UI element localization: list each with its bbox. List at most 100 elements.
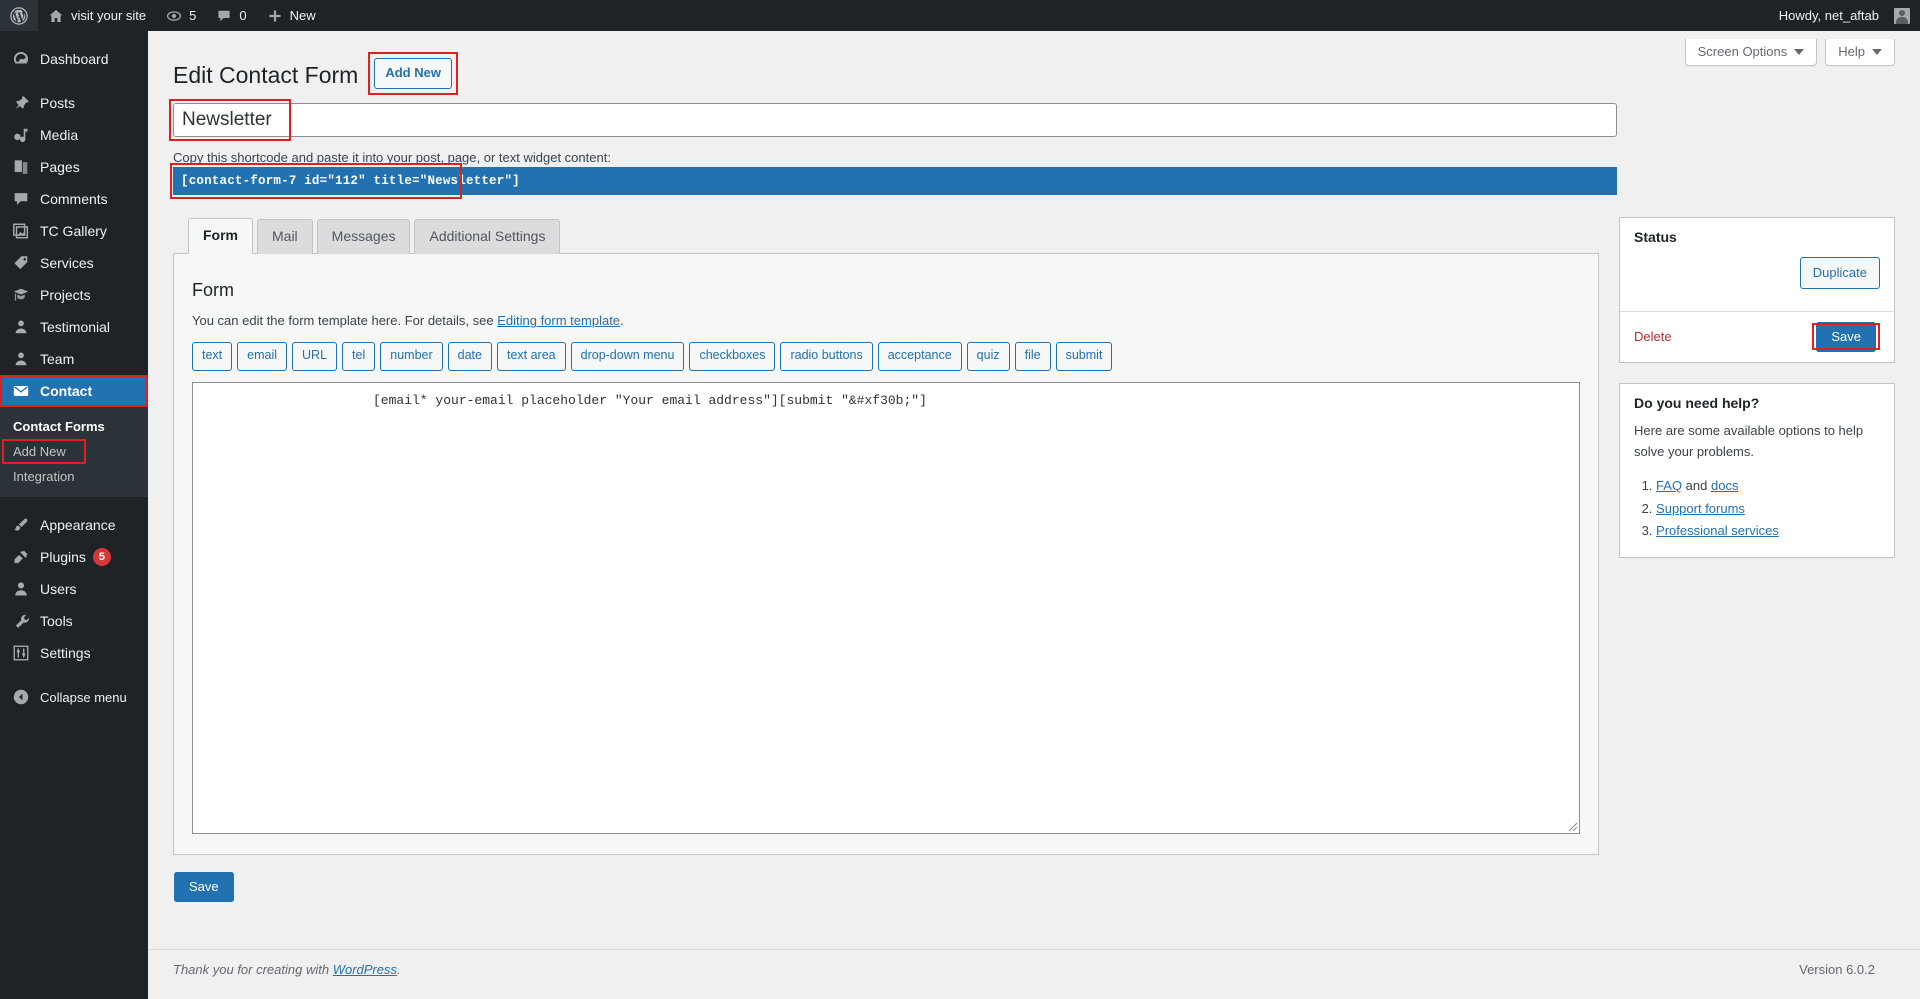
screen-options-toggle[interactable]: Screen Options [1684,39,1818,66]
delete-link[interactable]: Delete [1634,329,1672,344]
sliders-icon [9,643,33,663]
comments-button[interactable]: 0 [206,0,256,31]
save-button-bottom[interactable]: Save [174,871,234,902]
sidebar-item-tc-gallery[interactable]: TC Gallery [0,215,148,247]
screen-options-label: Screen Options [1697,44,1788,59]
publishing-actions: Delete Save [1620,310,1894,363]
cf7-tab-list: Form Mail Messages Additional Settings [173,217,1599,255]
tab-messages[interactable]: Messages [316,218,411,255]
wordpress-logo-icon [10,6,28,25]
visit-site-label: visit your site [71,8,147,23]
footer-thanks: Thank you for creating with WordPress. [173,962,401,977]
collapse-menu-button[interactable]: Collapse menu [0,681,148,713]
tag-button-quiz[interactable]: quiz [966,342,1010,371]
sidebar-item-projects[interactable]: Projects [0,279,148,311]
status-box-title: Status [1634,228,1677,245]
sidebar-item-services[interactable]: Services [0,247,148,279]
sidebar-label: Services [40,255,94,271]
sidebar-item-testimonial[interactable]: Testimonial [0,311,148,343]
tag-button-number[interactable]: number [380,342,443,371]
sidebar-item-posts[interactable]: Posts [0,87,148,119]
tab-mail[interactable]: Mail [257,218,313,255]
graduation-cap-icon [9,285,33,305]
tab-form[interactable]: Form [188,217,253,255]
shortcode-input[interactable]: [contact-form-7 id="112" title="Newslett… [173,166,1617,195]
tag-button-date[interactable]: date [447,342,492,371]
form-template-textarea[interactable]: [email* your-email placeholder "Your ema… [192,381,1581,834]
tag-button-file[interactable]: file [1014,342,1051,371]
tag-button-acceptance[interactable]: acceptance [877,342,962,371]
sidebar-item-comments[interactable]: Comments [0,183,148,215]
my-account-menu[interactable]: Howdy, net_aftab [1769,0,1920,31]
menu-separator [0,31,148,43]
visit-site-button[interactable]: visit your site [38,0,156,31]
tag-button-tel[interactable]: tel [342,342,376,371]
tag-icon [9,253,33,273]
tag-button-url[interactable]: URL [292,342,338,371]
sidebar-item-pages[interactable]: Pages [0,151,148,183]
sidebar-item-plugins[interactable]: Plugins 5 [0,541,148,573]
tag-button-drop-down-menu[interactable]: drop-down menu [570,342,685,371]
sidebar-label: Media [40,127,79,143]
tag-button-submit[interactable]: submit [1055,342,1113,371]
brush-icon [9,515,33,535]
form-panel-description: You can edit the form template here. For… [192,313,1580,328]
screen-meta-links: Screen Options Help [1684,39,1895,66]
add-new-submenu-highlight: Add New [2,439,86,464]
professional-services-link[interactable]: Professional services [1656,523,1779,538]
save-button[interactable]: Save [1816,321,1876,352]
dashboard-icon [9,49,33,69]
submit-row: Save [173,871,1599,902]
chevron-down-icon [1794,48,1805,55]
help-box-intro: Here are some available options to help … [1634,423,1864,460]
user-icon [9,579,33,599]
form-title-wrap [169,98,1895,141]
help-toggle[interactable]: Help [1825,39,1895,66]
docs-link[interactable]: docs [1711,478,1738,493]
sidebar-item-users[interactable]: Users [0,573,148,605]
updates-button[interactable]: 5 [156,0,206,31]
sidebar-item-settings[interactable]: Settings [0,637,148,669]
help-postbox: Do you need help? Here are some availabl… [1619,383,1895,559]
faq-middle-text: and [1682,477,1711,493]
new-content-button[interactable]: New [257,0,326,31]
menu-separator [0,75,148,87]
tag-button-text[interactable]: text [192,342,233,371]
sidebar-item-team[interactable]: Team [0,343,148,375]
sidebar-item-dashboard[interactable]: Dashboard [0,43,148,75]
tab-additional-settings[interactable]: Additional Settings [414,218,561,255]
form-title-input[interactable] [173,102,1617,137]
shortcode-wrap: [contact-form-7 id="112" title="Newslett… [170,162,1617,199]
wordpress-logo-button[interactable] [0,0,38,31]
submenu-item-integration[interactable]: Integration [0,464,148,489]
sidebar-label: Projects [40,287,91,303]
editing-form-template-link[interactable]: Editing form template [497,313,620,328]
updates-count: 5 [189,8,197,23]
duplicate-button[interactable]: Duplicate [1799,256,1880,290]
status-misc-actions: Duplicate [1620,255,1894,311]
plugins-update-badge: 5 [92,548,111,566]
submenu-item-add-new[interactable]: Add New [2,439,86,464]
footer-thanks-prefix: Thank you for creating with [173,962,333,977]
tag-button-radio-buttons[interactable]: radio buttons [780,342,873,371]
menu-separator [0,669,148,681]
poststuff: Form Mail Messages Additional Settings F… [173,216,1895,902]
updates-icon [166,8,182,24]
user-icon [9,317,33,337]
tag-button-email[interactable]: email [237,342,288,371]
sidebar-item-tools[interactable]: Tools [0,605,148,637]
add-new-button[interactable]: Add New [374,58,452,89]
tag-button-text-area[interactable]: text area [496,342,566,371]
sidebar-item-contact[interactable]: Contact [0,375,156,407]
wordpress-link[interactable]: WordPress [333,962,397,977]
admin-bar: visit your site 5 0 New Howdy, net_aftab [0,0,1920,31]
sidebar-item-media[interactable]: Media [0,119,148,151]
wpbody: Edit Contact Form Add New Copy this shor… [148,31,1920,902]
faq-link[interactable]: FAQ [1656,478,1682,493]
plus-icon [267,8,283,24]
footer-version: Version 6.0.2 [1799,962,1875,977]
sidebar-item-appearance[interactable]: Appearance [0,509,148,541]
tag-button-checkboxes[interactable]: checkboxes [689,342,776,371]
save-button-highlight: Save [1812,321,1880,352]
support-forums-link[interactable]: Support forums [1656,501,1745,516]
